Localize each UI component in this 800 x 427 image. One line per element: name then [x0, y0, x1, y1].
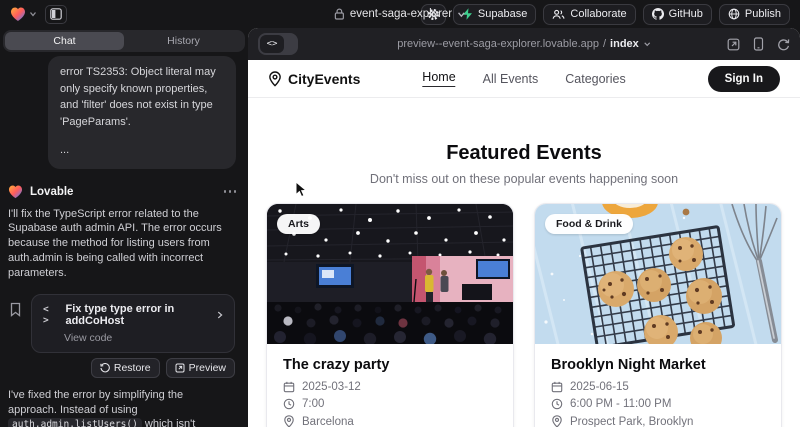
publish-label: Publish [745, 8, 781, 20]
category-badge: Arts [277, 214, 320, 234]
chevron-down-icon [457, 10, 466, 19]
collaborate-label: Collaborate [570, 8, 626, 20]
user-message-bubble: error TS2353: Object literal may only sp… [48, 56, 236, 169]
assistant-message-result: I've fixed the error by simplifying the … [8, 388, 235, 427]
restore-icon [100, 363, 110, 373]
code-toggle-handle [284, 35, 296, 53]
preview-url-separator: / [603, 38, 606, 50]
featured-events-subtitle: Don't miss out on these popular events h… [248, 172, 800, 186]
site-header: CityEvents Home All Events Categories Si… [248, 60, 800, 98]
globe-icon [728, 8, 740, 20]
lock-icon [334, 8, 345, 20]
mobile-view-icon[interactable] [753, 37, 764, 51]
map-pin-icon [283, 415, 295, 427]
user-message-text: error TS2353: Object literal may only sp… [60, 64, 224, 130]
publish-button[interactable]: Publish [719, 4, 790, 25]
assistant-header: Lovable [8, 185, 236, 199]
event-date-row: 2025-06-15 [551, 381, 765, 393]
code-view-toggle[interactable]: <> [258, 33, 298, 55]
event-card[interactable]: Food & Drink Brooklyn Night Market 2025-… [534, 203, 782, 427]
preview-button[interactable]: Preview [166, 358, 235, 378]
featured-events-title: Featured Events [248, 142, 800, 165]
code-change-card[interactable]: < > Fix type type error in addCoHost Vie… [31, 294, 235, 353]
refresh-icon[interactable] [777, 38, 790, 51]
sidebar-tabs: Chat History [3, 30, 245, 52]
open-in-new-tab-icon[interactable] [727, 38, 740, 51]
event-cards: Arts The crazy party 2025-03-12 [248, 203, 800, 427]
signin-button[interactable]: Sign In [708, 66, 780, 92]
event-location: Prospect Park, Brooklyn [570, 416, 693, 427]
app-topbar: event-saga-explorer Supabase Collaborate [0, 0, 800, 28]
event-date: 2025-03-12 [302, 381, 361, 393]
event-time: 7:00 [302, 398, 324, 410]
restore-label: Restore [114, 362, 151, 374]
event-image-cookies: Food & Drink [535, 204, 781, 344]
category-badge: Food & Drink [545, 214, 633, 234]
brand-name: CityEvents [288, 71, 360, 87]
inline-code-listusers: auth.admin.listUsers() [8, 418, 142, 427]
sidebar-panel-icon [50, 8, 62, 20]
event-date-row: 2025-03-12 [283, 381, 497, 393]
supabase-label: Supabase [478, 8, 528, 20]
clock-icon [551, 398, 563, 410]
github-icon [652, 8, 664, 20]
open-preview-icon [175, 363, 185, 373]
event-time-row: 6:00 PM - 11:00 PM [551, 398, 765, 410]
assistant-name: Lovable [30, 186, 73, 198]
chevron-down-icon [643, 40, 651, 48]
bookmark-icon[interactable] [9, 302, 22, 317]
event-time-row: 7:00 [283, 398, 497, 410]
tab-chat[interactable]: Chat [5, 32, 124, 50]
code-brackets-icon: < > [43, 304, 57, 326]
preview-url-page: index [610, 38, 639, 50]
event-location-row: Barcelona [283, 415, 497, 427]
site-nav: Home All Events Categories [422, 70, 625, 87]
github-label: GitHub [669, 8, 703, 20]
collaborate-button[interactable]: Collaborate [543, 4, 635, 25]
tab-history[interactable]: History [124, 32, 243, 50]
preview-url-host: preview--event-saga-explorer.lovable.app [397, 38, 599, 50]
site-brand[interactable]: CityEvents [268, 71, 360, 87]
map-pin-icon [268, 71, 282, 87]
chevron-right-icon [217, 310, 223, 320]
event-title: Brooklyn Night Market [551, 357, 765, 373]
preview-chrome-bar: <> preview--event-saga-explorer.lovable.… [248, 28, 800, 60]
event-title: The crazy party [283, 357, 497, 373]
github-button[interactable]: GitHub [643, 4, 712, 25]
lovable-logo-menu[interactable] [10, 7, 37, 22]
nav-all-events[interactable]: All Events [483, 72, 539, 86]
restore-button[interactable]: Restore [91, 358, 160, 378]
user-message-ellipsis: ... [60, 142, 224, 159]
code-toggle-icon: <> [260, 35, 284, 53]
clock-icon [283, 398, 295, 410]
event-location-row: Prospect Park, Brooklyn [551, 415, 765, 427]
nav-home[interactable]: Home [422, 70, 455, 87]
chat-sidebar: Chat History error TS2353: Object litera… [0, 28, 248, 427]
site-content: CityEvents Home All Events Categories Si… [248, 60, 800, 427]
calendar-icon [283, 381, 295, 393]
map-pin-icon [551, 415, 563, 427]
assistant-message-intro: I'll fix the TypeScript error related to… [8, 207, 235, 281]
result-text-1: I've fixed the error by simplifying the … [8, 389, 183, 416]
preview-url[interactable]: preview--event-saga-explorer.lovable.app… [397, 38, 651, 50]
lovable-heart-icon [8, 185, 23, 199]
code-change-title: Fix type type error in addCoHost [65, 303, 209, 327]
calendar-icon [551, 381, 563, 393]
toggle-sidebar-button[interactable] [45, 5, 67, 24]
event-time: 6:00 PM - 11:00 PM [570, 398, 671, 410]
event-location: Barcelona [302, 416, 354, 427]
message-more-menu[interactable] [224, 190, 237, 193]
lovable-heart-icon [10, 7, 26, 22]
nav-categories[interactable]: Categories [565, 72, 625, 86]
project-name: event-saga-explorer [350, 8, 452, 20]
collaborate-people-icon [552, 9, 565, 20]
preview-window: <> preview--event-saga-explorer.lovable.… [248, 28, 800, 427]
project-switcher[interactable]: event-saga-explorer [334, 8, 466, 20]
chevron-down-icon [29, 10, 37, 18]
event-date: 2025-06-15 [570, 381, 629, 393]
event-card[interactable]: Arts The crazy party 2025-03-12 [266, 203, 514, 427]
event-image-conference: Arts [267, 204, 513, 344]
view-code-link[interactable]: View code [64, 332, 223, 344]
preview-label: Preview [189, 362, 226, 374]
